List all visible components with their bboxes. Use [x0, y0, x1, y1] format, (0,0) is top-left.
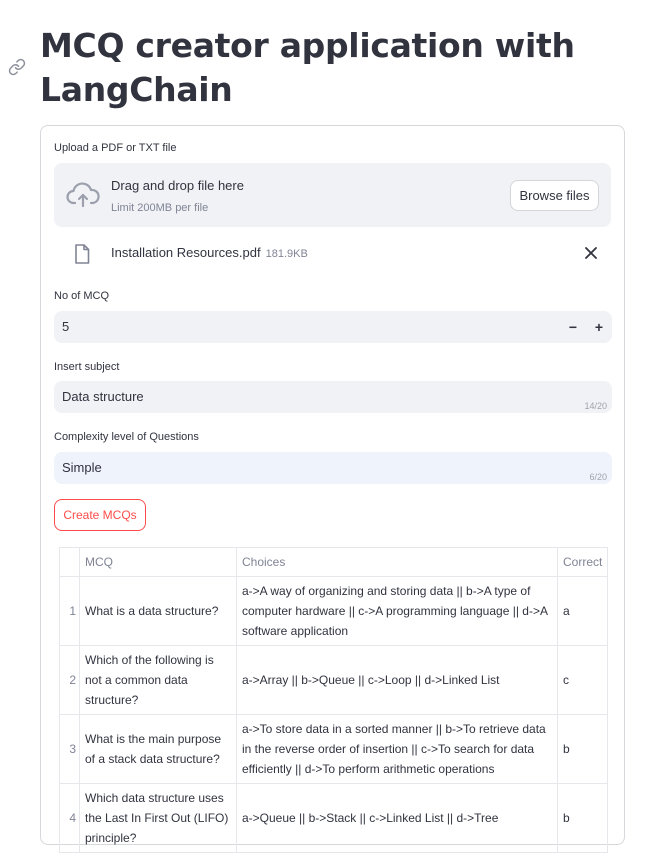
subject-input[interactable]: Data structure 14/20 — [54, 381, 612, 413]
num-mcq-value: 5 — [62, 319, 70, 334]
file-dropzone[interactable]: Drag and drop file here Limit 200MB per … — [54, 163, 611, 227]
mcq-cell[interactable]: Which data structure uses the Last In Fi… — [79, 783, 237, 853]
link-icon[interactable] — [8, 58, 26, 76]
row-index: 1 — [59, 576, 80, 646]
num-mcq-input[interactable]: 5 − + — [54, 311, 612, 343]
dropzone-limit: Limit 200MB per file — [111, 202, 209, 214]
subject-label: Insert subject — [54, 361, 120, 373]
uploaded-file-name: Installation Resources.pdf — [111, 245, 261, 260]
complexity-label: Complexity level of Questions — [54, 431, 199, 443]
subject-char-count: 14/20 — [584, 401, 607, 411]
mcq-cell[interactable]: What is the main purpose of a stack data… — [79, 714, 237, 784]
choices-cell[interactable]: a->To store data in a sorted manner || b… — [236, 714, 558, 784]
table-row[interactable]: 3 What is the main purpose of a stack da… — [59, 714, 608, 784]
upload-label: Upload a PDF or TXT file — [54, 142, 177, 154]
complexity-value: Simple — [62, 460, 102, 475]
complexity-input[interactable]: Simple 6/20 — [54, 452, 612, 484]
uploaded-file-size: 181.9KB — [265, 248, 308, 260]
browse-files-button[interactable]: Browse files — [510, 180, 599, 211]
mcq-cell[interactable]: What is a data structure? — [79, 576, 237, 646]
mcq-form: Upload a PDF or TXT file Drag and drop f… — [40, 125, 625, 853]
create-mcqs-button[interactable]: Create MCQs — [54, 499, 146, 531]
num-mcq-label: No of MCQ — [54, 290, 110, 302]
uploaded-file: Installation Resources.pdf 181.9KB — [111, 245, 308, 260]
table-row[interactable]: 1 What is a data structure? a->A way of … — [59, 576, 608, 646]
row-index: 4 — [59, 783, 80, 853]
mcq-cell[interactable]: Which of the following is not a common d… — [79, 645, 237, 715]
correct-cell[interactable]: b — [557, 783, 608, 853]
header-choices[interactable]: Choices — [236, 547, 558, 577]
complexity-char-count: 6/20 — [589, 472, 607, 482]
header-index — [59, 547, 80, 577]
decrement-button[interactable]: − — [564, 318, 582, 336]
dropzone-title: Drag and drop file here — [111, 178, 244, 193]
cloud-upload-icon — [66, 182, 100, 208]
choices-cell[interactable]: a->A way of organizing and storing data … — [236, 576, 558, 646]
choices-cell[interactable]: a->Array || b->Queue || c->Loop || d->Li… — [236, 645, 558, 715]
remove-file-icon[interactable] — [584, 246, 598, 260]
mcq-table: MCQ Choices Correct 1 What is a data str… — [59, 547, 608, 853]
table-row[interactable]: 2 Which of the following is not a common… — [59, 645, 608, 715]
increment-button[interactable]: + — [590, 318, 608, 336]
correct-cell[interactable]: c — [557, 645, 608, 715]
header-mcq[interactable]: MCQ — [79, 547, 237, 577]
page-title: MCQ creator application with LangChain — [40, 26, 575, 109]
correct-cell[interactable]: b — [557, 714, 608, 784]
row-index: 2 — [59, 645, 80, 715]
choices-cell[interactable]: a->Queue || b->Stack || c->Linked List |… — [236, 783, 558, 853]
table-row[interactable]: 4 Which data structure uses the Last In … — [59, 783, 608, 853]
header-correct[interactable]: Correct — [557, 547, 608, 577]
correct-cell[interactable]: a — [557, 576, 608, 646]
file-icon — [75, 244, 90, 264]
table-header-row: MCQ Choices Correct — [59, 547, 608, 577]
row-index: 3 — [59, 714, 80, 784]
subject-value: Data structure — [62, 389, 144, 404]
